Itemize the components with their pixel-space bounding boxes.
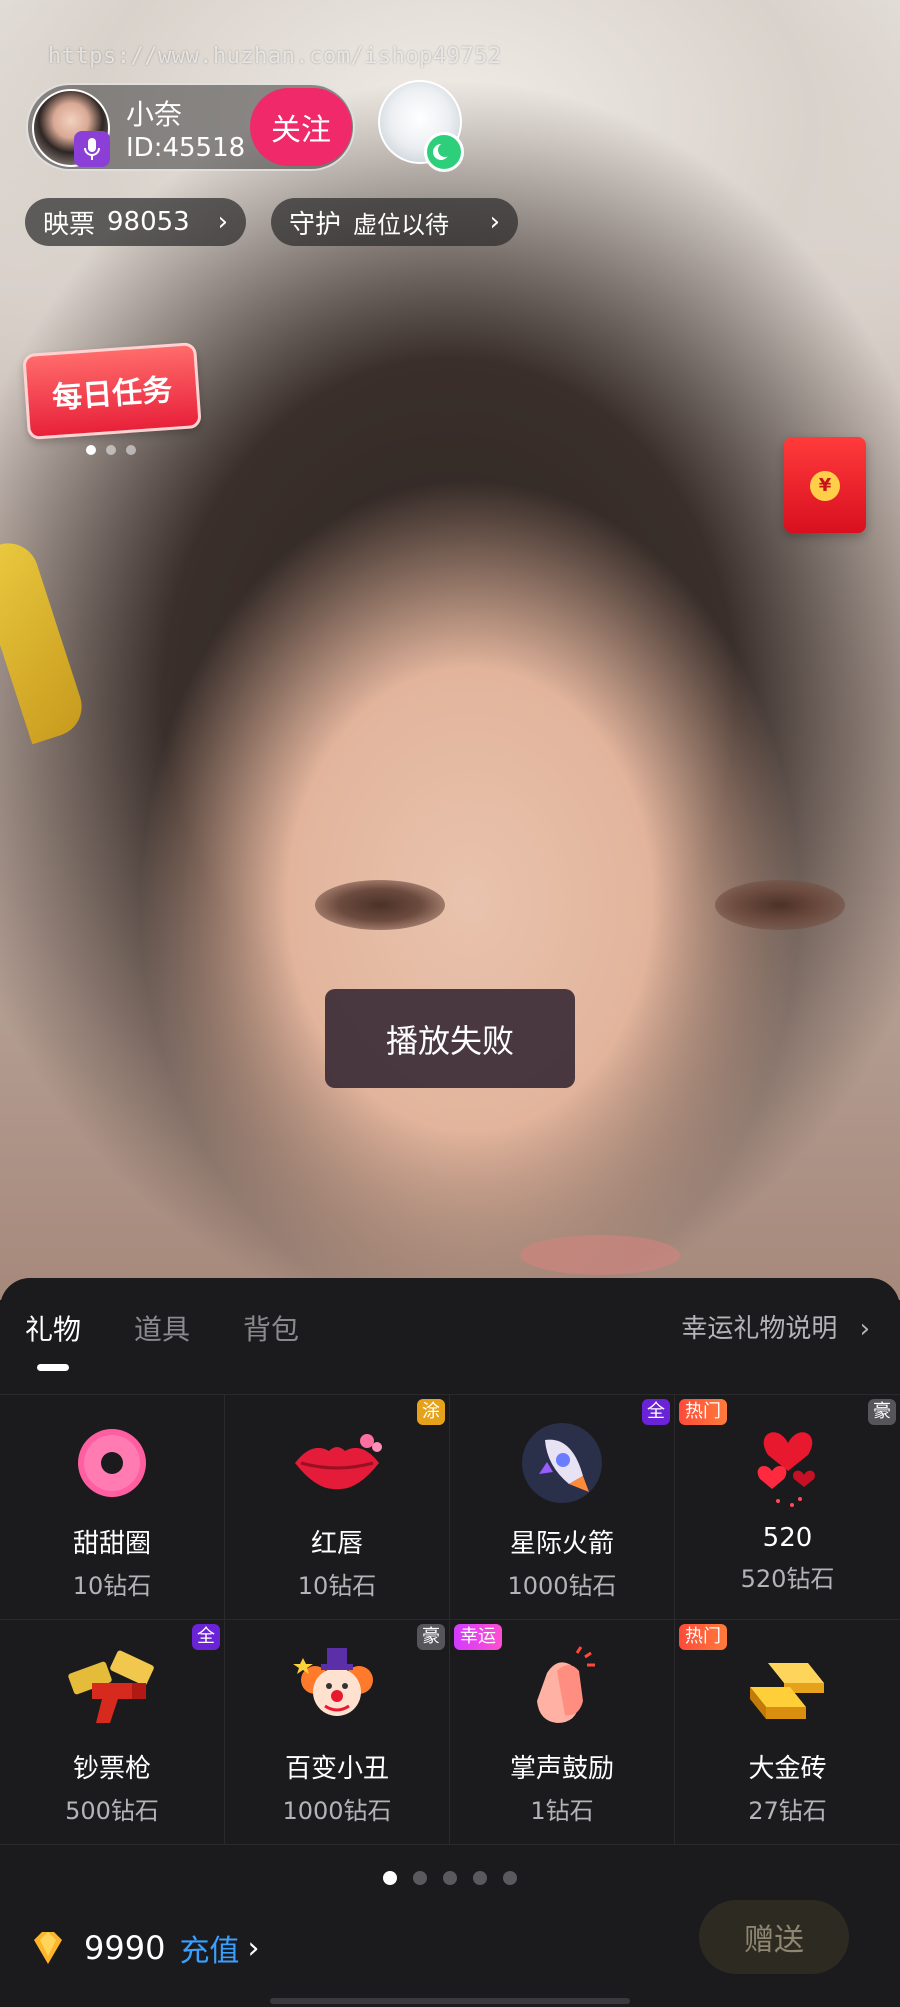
follow-button[interactable]: 关注 — [250, 88, 352, 166]
chevron-right-icon: › — [217, 207, 228, 237]
recharge-link[interactable]: 充值 — [179, 1926, 239, 1970]
live-video-background — [0, 0, 900, 1300]
votes-value: 98053 — [107, 207, 190, 237]
balance-row: 9990 充值 › — [26, 1918, 259, 1978]
gift-name: 520 — [762, 1523, 813, 1553]
pager-dot — [86, 445, 96, 455]
gift-badge: 全 — [642, 1399, 670, 1425]
gift-price: 1000钻石 — [282, 1797, 392, 1825]
votes-pill[interactable]: 映票 98053 › — [25, 198, 246, 246]
send-gift-button[interactable]: 赠送 — [699, 1900, 849, 1974]
pager-dot[interactable] — [383, 1871, 397, 1885]
mic-icon — [74, 131, 110, 167]
host-name: 小奈 — [126, 98, 183, 131]
diamond-balance: 9990 — [84, 1929, 166, 1967]
daily-task-banner[interactable]: 每日任务 — [22, 342, 202, 440]
gift-name: 甜甜圈 — [72, 1529, 151, 1559]
pager-dot — [106, 445, 116, 455]
gift-badge: 全 — [192, 1624, 220, 1650]
guard-value: 虚位以待 — [353, 210, 450, 239]
diamond-icon — [34, 1932, 62, 1964]
host-card[interactable]: 小奈 ID:45518 关注 — [26, 83, 355, 171]
moon-badge-icon — [424, 132, 464, 172]
yuan-coin-icon: ¥ — [810, 471, 840, 501]
gift-item[interactable]: 甜甜圈 10钻石 — [0, 1395, 225, 1620]
gift-price: 10钻石 — [297, 1572, 377, 1600]
gift-item[interactable]: 热门 大金砖 27钻石 — [675, 1620, 900, 1845]
gift-price: 10钻石 — [72, 1572, 152, 1600]
gold-bar-icon — [738, 1638, 838, 1738]
gift-tabs: 礼物 道具 背包 幸运礼物说明 › — [0, 1308, 900, 1368]
gift-name: 掌声鼓励 — [509, 1754, 614, 1784]
pager-dot[interactable] — [413, 1871, 427, 1885]
gift-badge: 涂 — [417, 1399, 445, 1425]
tab-gift[interactable]: 礼物 — [25, 1308, 81, 1348]
gift-badge: 豪 — [868, 1399, 896, 1425]
gift-name: 百变小丑 — [284, 1754, 389, 1784]
gift-name: 星际火箭 — [509, 1529, 614, 1559]
gift-panel: 礼物 道具 背包 幸运礼物说明 › 甜甜圈 10钻石 涂 红唇 10钻石 全 星… — [0, 1278, 900, 2007]
gift-item[interactable]: 幸运 掌声鼓励 1钻石 — [450, 1620, 675, 1845]
playback-error-toast: 播放失败 — [325, 989, 575, 1088]
gift-item[interactable]: 涂 红唇 10钻石 — [225, 1395, 450, 1620]
clap-icon — [512, 1638, 612, 1738]
pager-dot[interactable] — [473, 1871, 487, 1885]
gift-grid: 甜甜圈 10钻石 涂 红唇 10钻石 全 星际火箭 1000钻石 热门 豪 52… — [0, 1394, 900, 1845]
gift-price: 500钻石 — [65, 1797, 159, 1825]
gift-item[interactable]: 豪 百变小丑 1000钻石 — [225, 1620, 450, 1845]
gift-name: 红唇 — [310, 1529, 363, 1559]
gift-badge: 幸运 — [454, 1624, 502, 1650]
gift-item[interactable]: 全 钞票枪 500钻石 — [0, 1620, 225, 1845]
gift-badge: 热门 — [679, 1624, 727, 1650]
gift-price: 1钻石 — [530, 1797, 594, 1825]
tab-props[interactable]: 道具 — [134, 1308, 190, 1348]
pager-dot[interactable] — [443, 1871, 457, 1885]
votes-label: 映票 — [43, 209, 96, 240]
lips-icon — [287, 1413, 387, 1513]
tab-backpack[interactable]: 背包 — [243, 1308, 299, 1348]
pager-dot[interactable] — [503, 1871, 517, 1885]
guard-label: 守护 — [289, 209, 342, 240]
gift-name: 钞票枪 — [72, 1754, 151, 1784]
video-eye-left — [315, 880, 445, 930]
rocket-icon — [512, 1413, 612, 1513]
gift-price: 520钻石 — [740, 1565, 835, 1593]
gift-badge-hot: 热门 — [679, 1399, 727, 1425]
clown-icon — [287, 1638, 387, 1738]
pager-dot — [126, 445, 136, 455]
donut-icon — [62, 1413, 162, 1513]
gift-pager — [383, 1871, 517, 1885]
video-eye-right — [715, 880, 845, 930]
gift-item[interactable]: 全 星际火箭 1000钻石 — [450, 1395, 675, 1620]
hearts-icon — [738, 1413, 838, 1513]
chevron-right-icon[interactable]: › — [247, 1931, 259, 1966]
banner-pager — [86, 445, 136, 455]
gift-name: 大金砖 — [748, 1754, 827, 1784]
home-indicator — [270, 1998, 630, 2004]
chevron-right-icon: › — [859, 1314, 870, 1344]
gift-price: 1000钻石 — [507, 1572, 617, 1600]
host-id: ID:45518 — [126, 133, 246, 163]
lucky-gift-info-link[interactable]: 幸运礼物说明 › — [681, 1308, 870, 1345]
watermark: https://www.huzhan.com/ishop49752 — [48, 44, 502, 69]
hair-clip — [0, 535, 90, 745]
video-lips — [520, 1235, 680, 1275]
active-tab-indicator — [37, 1364, 69, 1371]
gift-item[interactable]: 热门 豪 520 520钻石 — [675, 1395, 900, 1620]
gift-price: 27钻石 — [748, 1797, 827, 1825]
gift-badge: 豪 — [417, 1624, 445, 1650]
lucky-gift-info-label: 幸运礼物说明 — [681, 1314, 838, 1344]
red-packet-button[interactable]: ¥ — [784, 437, 866, 533]
money-gun-icon — [62, 1638, 162, 1738]
guard-pill[interactable]: 守护 虚位以待 › — [271, 198, 518, 246]
chevron-right-icon: › — [489, 207, 500, 237]
